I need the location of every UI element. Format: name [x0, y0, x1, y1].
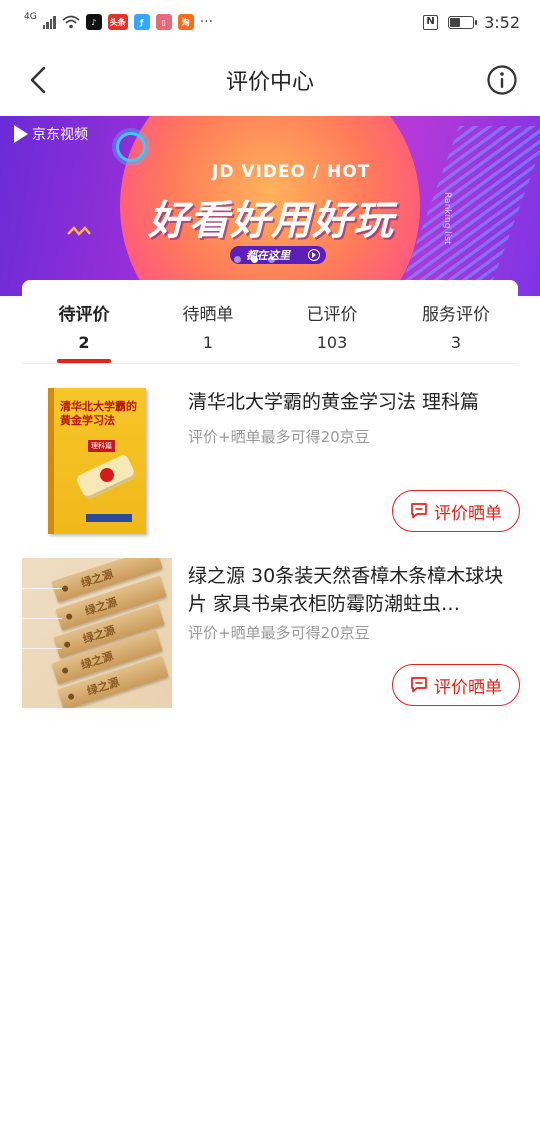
product-image-book[interactable]: 清华北大学霸的黄金学习法 理科篇: [22, 384, 172, 534]
list-item[interactable]: 清华北大学霸的黄金学习法 理科篇 清华北大学霸的黄金学习法 理科篇 评价+晒单最…: [22, 384, 522, 544]
book-cover-tag: 理科篇: [88, 440, 115, 452]
network-type: 4G: [24, 11, 37, 22]
list-item[interactable]: 绿之源 绿之源 绿之源 绿之源 绿之源 绿之源 30条装天然香樟木条樟木球块片 …: [22, 558, 522, 710]
tab-label: 待评价: [58, 305, 110, 325]
fitness-icon: ƒ: [133, 14, 150, 30]
status-left: 4G ♪ 头条 ƒ ▯ 淘 ···: [24, 11, 423, 30]
status-right: N 3:52: [423, 13, 520, 32]
review-share-button[interactable]: 评价晒单: [392, 664, 520, 706]
nav-bar: 评价中心: [0, 44, 540, 116]
review-share-label: 评价晒单: [434, 503, 502, 524]
banner-pagination: [234, 256, 275, 263]
promo-banner[interactable]: 京东视频 JD VIDEO / HOT 好看好用好玩 都在这里 Ranking …: [0, 116, 540, 296]
tab-count: 103: [316, 333, 348, 352]
battery-icon: [448, 15, 478, 29]
ribbon-shape: [100, 468, 114, 482]
camphor-wood-photo: 绿之源 绿之源 绿之源 绿之源 绿之源: [22, 558, 172, 708]
reward-hint: 评价+晒单最多可得20京豆: [188, 428, 370, 446]
tab-label: 已评价: [306, 305, 358, 325]
wifi-icon: [62, 15, 80, 29]
banner-ring-shape: [116, 132, 146, 162]
hanging-string: [22, 618, 62, 619]
squiggle-decoration: [67, 226, 91, 236]
reader-icon: ▯: [155, 14, 172, 30]
product-title[interactable]: 绿之源 30条装天然香樟木条樟木球块片 家具书桌衣柜防霉防潮蛀虫…: [188, 562, 520, 618]
taobao-icon: 淘: [177, 14, 194, 30]
nfc-icon: N: [423, 14, 439, 30]
tab-count: 1: [202, 333, 214, 352]
book-publisher-mark: [86, 514, 132, 522]
more-notifications: ···: [199, 14, 214, 30]
book-cover-title: 清华北大学霸的黄金学习法: [60, 400, 137, 427]
page-title: 评价中心: [225, 70, 314, 95]
comment-icon: [411, 677, 427, 693]
clock: 3:52: [484, 12, 520, 32]
tab-label: 待晒单: [182, 305, 234, 325]
banner-logo-text: 京东视频: [32, 127, 88, 143]
tab-pending-share[interactable]: 待晒单 1: [146, 280, 270, 363]
tab-label: 服务评价: [422, 305, 490, 325]
book-spine: [48, 388, 54, 534]
banner-stripe-shape: [400, 126, 540, 286]
hanging-string: [22, 588, 62, 589]
tab-reviewed[interactable]: 已评价 103: [270, 280, 394, 363]
banner-headline: 好看好用好玩: [148, 198, 394, 244]
toutiao-icon: 头条: [107, 14, 128, 30]
tab-count: 3: [450, 333, 462, 352]
reward-hint: 评价+晒单最多可得20京豆: [188, 624, 370, 642]
review-tabs: 待评价 2 待晒单 1 已评价 103 服务评价 3: [22, 280, 518, 364]
tiktok-icon: ♪: [85, 14, 102, 30]
play-circle-icon: [308, 249, 320, 261]
tab-count: 2: [78, 333, 90, 352]
hanging-string: [22, 648, 62, 649]
info-icon[interactable]: [486, 64, 518, 96]
pagination-dot: [268, 256, 275, 263]
jd-video-logo: 京东视频: [14, 124, 88, 144]
comment-icon: [411, 503, 427, 519]
product-title[interactable]: 清华北大学霸的黄金学习法 理科篇: [188, 388, 520, 416]
signal-icon: [42, 15, 56, 29]
pagination-dot: [234, 256, 241, 263]
back-icon[interactable]: [24, 62, 56, 98]
product-image-wood[interactable]: 绿之源 绿之源 绿之源 绿之源 绿之源: [22, 558, 172, 708]
tab-service-review[interactable]: 服务评价 3: [394, 280, 518, 363]
tab-pending-review[interactable]: 待评价 2: [22, 280, 146, 363]
banner-side-text: Ranking list: [441, 192, 452, 245]
banner-subhead: JD VIDEO / HOT: [212, 162, 371, 182]
review-share-label: 评价晒单: [434, 677, 502, 698]
review-share-button[interactable]: 评价晒单: [392, 490, 520, 532]
status-bar: 4G ♪ 头条 ƒ ▯ 淘 ··· N 3:52: [0, 0, 540, 44]
book-cover: 清华北大学霸的黄金学习法 理科篇: [48, 388, 146, 534]
pagination-dot-active: [251, 256, 258, 263]
play-logo-icon: [14, 125, 28, 143]
